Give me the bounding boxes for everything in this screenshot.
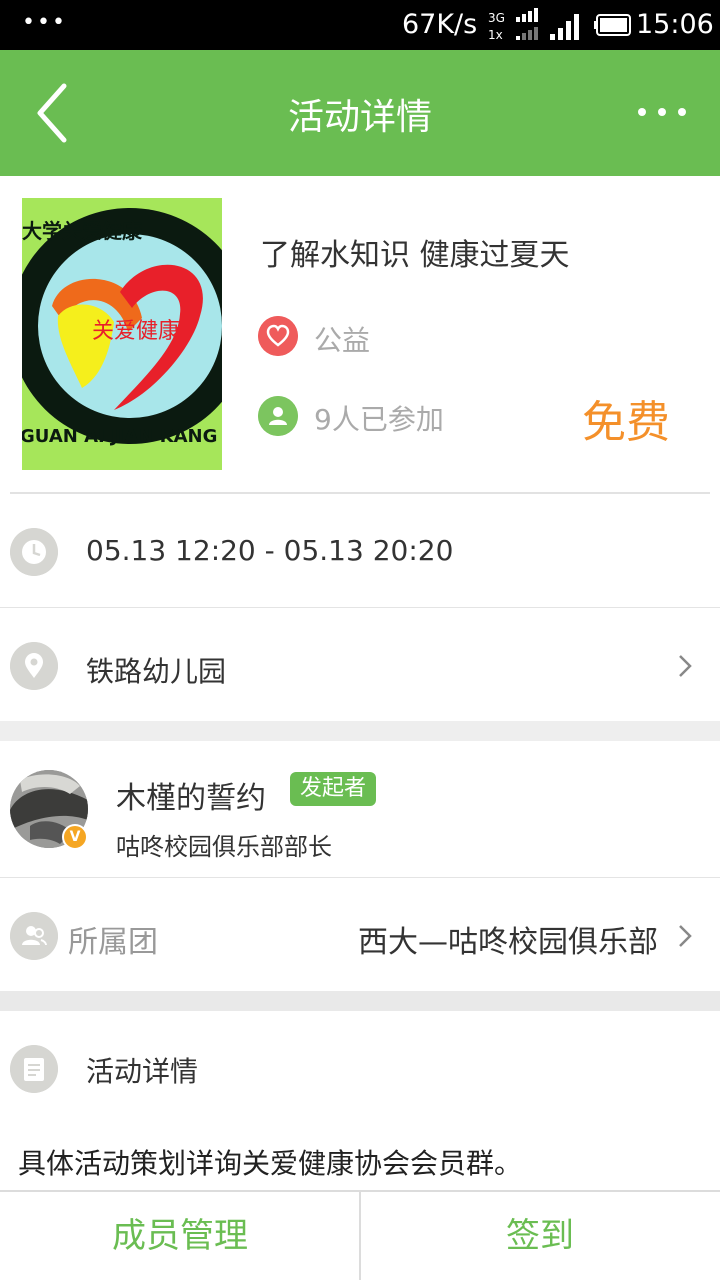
participant-count: 9人已参加 [314, 403, 444, 436]
check-in-button[interactable]: 签到 [360, 1192, 720, 1280]
price-label: 免费 [582, 397, 670, 448]
activity-title: 了解水知识 健康过夏天 [260, 238, 570, 273]
details-body: 具体活动策划详询关爱健康协会会员群。 [18, 1147, 523, 1180]
svg-text:大学关爱健康: 大学关爱健康 [22, 219, 143, 243]
network-speed: 67K/s [402, 9, 478, 40]
document-icon [10, 1045, 58, 1093]
chevron-right-icon [679, 655, 692, 677]
page-title: 活动详情 [287, 97, 432, 138]
team-label: 所属团 [68, 925, 158, 960]
verified-badge-icon: V [62, 824, 88, 850]
more-options-icon[interactable] [632, 102, 692, 122]
svg-text:关爱健康: 关爱健康 [92, 319, 180, 344]
time-row: 05.13 12:20 - 05.13 20:20 [0, 494, 720, 606]
location-pin-icon [10, 642, 58, 690]
chevron-right-icon [679, 925, 692, 947]
team-name: 西大—咕咚校园俱乐部 [358, 925, 658, 960]
bottom-action-bar: 成员管理 签到 [0, 1190, 720, 1280]
team-row[interactable]: 所属团 西大—咕咚校园俱乐部 [0, 878, 720, 990]
activity-category: 公益 [314, 324, 371, 357]
section-gap [0, 721, 720, 741]
organizer-name: 木槿的誓约 [116, 781, 266, 816]
member-management-button[interactable]: 成员管理 [0, 1192, 360, 1280]
signal-strength-icon [550, 14, 579, 40]
clock-icon [10, 528, 58, 576]
activity-summary: 关爱健康 大学关爱健康 GUAN AI JIAN KANG 了解水知识 健康过夏… [0, 176, 720, 494]
clock: 15:06 [636, 9, 714, 40]
activity-logo-image: 关爱健康 大学关爱健康 GUAN AI JIAN KANG [22, 198, 222, 470]
svg-text:GUAN AI JIAN KANG: GUAN AI JIAN KANG [22, 426, 217, 447]
notification-dots-icon: ••• [22, 10, 67, 35]
svg-text:1x: 1x [488, 28, 503, 42]
organizer-role: 咕咚校园俱乐部部长 [116, 833, 332, 861]
svg-text:3G: 3G [488, 11, 505, 25]
organizer-tag: 发起者 [290, 772, 377, 806]
location-row[interactable]: 铁路幼儿园 [0, 608, 720, 720]
person-icon [258, 396, 298, 436]
app-bar: 活动详情 [0, 50, 720, 176]
status-bar: ••• 67K/s 3G 1x 15:06 [0, 0, 720, 50]
activity-location: 铁路幼儿园 [86, 655, 227, 688]
network-type-icon: 3G 1x [488, 8, 538, 42]
group-icon [10, 912, 58, 960]
battery-icon [594, 14, 631, 36]
activity-time: 05.13 12:20 - 05.13 20:20 [86, 534, 454, 567]
section-gap [0, 991, 720, 1011]
details-heading: 活动详情 [86, 1055, 199, 1088]
heart-icon [258, 316, 298, 356]
